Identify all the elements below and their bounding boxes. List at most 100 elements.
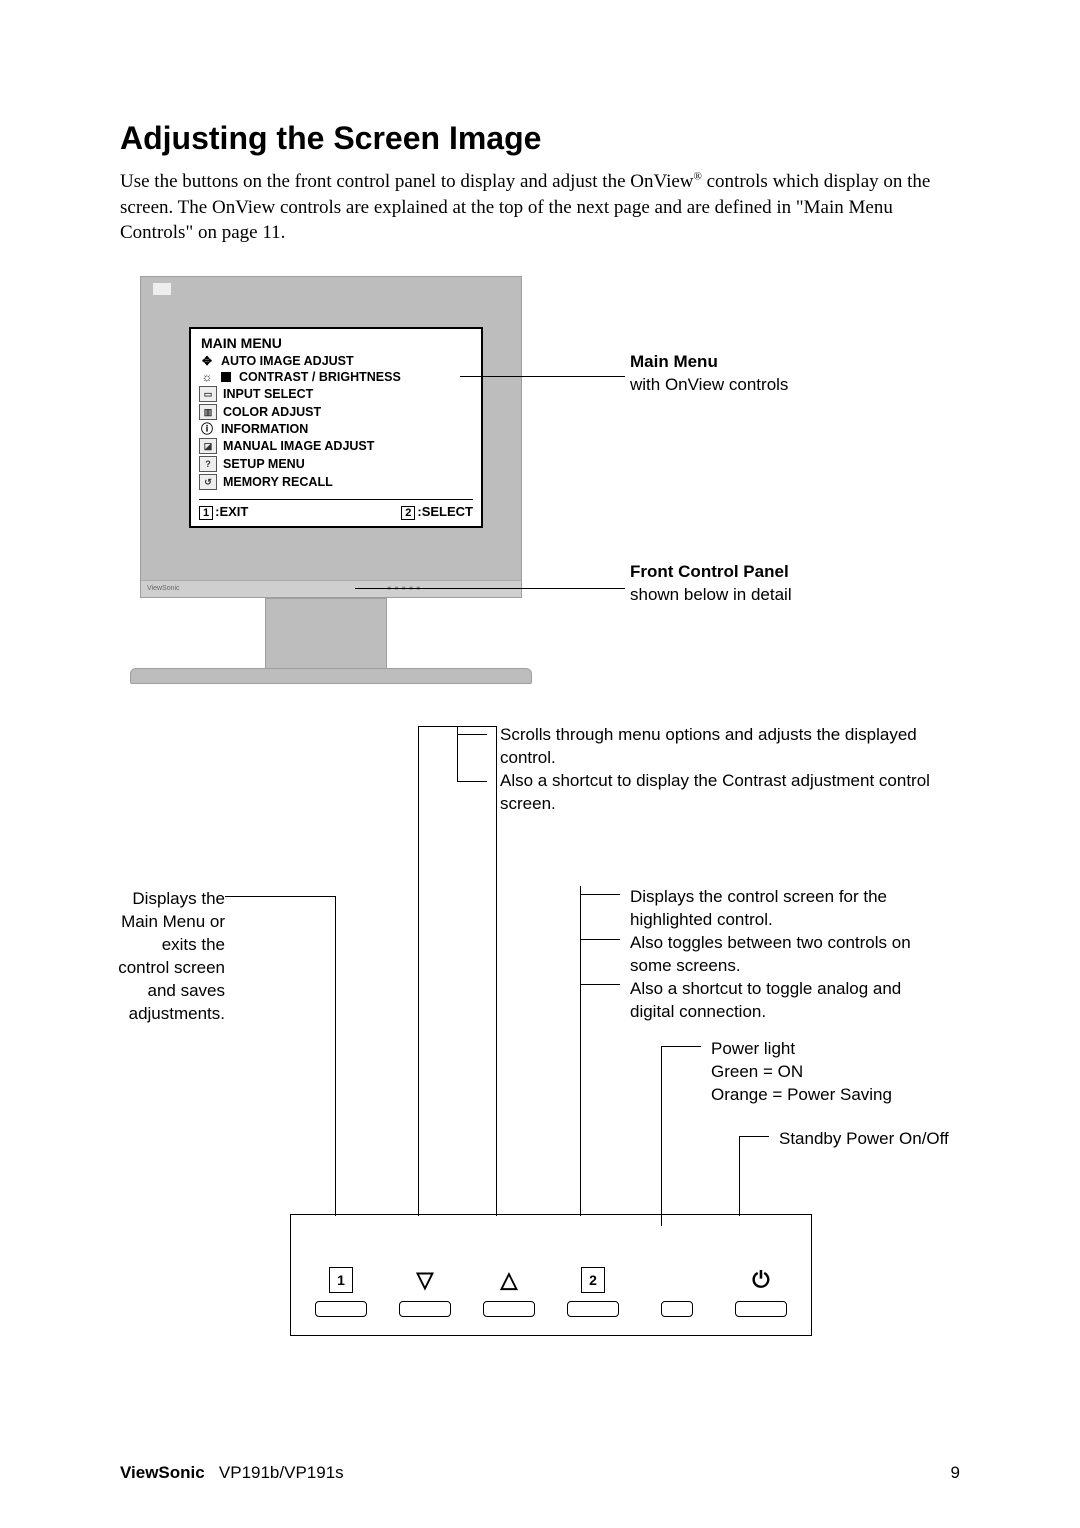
- osd-item-setup-menu: ? SETUP MENU: [199, 455, 473, 473]
- button-up: △: [470, 1267, 548, 1317]
- leader-line: [580, 886, 581, 1216]
- osd-item-label: MEMORY RECALL: [223, 475, 333, 489]
- leader-line: [580, 894, 620, 895]
- osd-item-label: INPUT SELECT: [223, 387, 313, 401]
- button-key-shape: [567, 1301, 619, 1317]
- button-key-shape: [315, 1301, 367, 1317]
- button-1-icon: 1: [329, 1267, 353, 1293]
- intro-part1: Use the buttons on the front control pan…: [120, 171, 694, 192]
- osd-bottom-bar: 1:EXIT 2:SELECT: [191, 500, 481, 526]
- scroll-annotation: Scrolls through menu options and adjusts…: [500, 724, 930, 816]
- button2-annotation: Displays the control screen for the high…: [630, 886, 950, 1024]
- leader-line: [355, 588, 625, 589]
- footer-page-number: 9: [951, 1463, 960, 1483]
- registered-mark: ®: [694, 171, 702, 183]
- osd-item-color-adjust: ▥ COLOR ADJUST: [199, 403, 473, 421]
- leader-line: [739, 1136, 769, 1137]
- leader-line: [496, 726, 497, 1216]
- info-icon: ⓘ: [199, 422, 215, 436]
- osd-main-menu: MAIN MENU ✥ AUTO IMAGE ADJUST ☼ CONTRAST /…: [189, 327, 483, 528]
- main-menu-annotation: Main Menu with OnView controls: [630, 351, 788, 397]
- chevron-down-icon: ▽: [417, 1267, 434, 1293]
- chevron-up-icon: △: [501, 1267, 518, 1293]
- monitor-stand-base: [130, 668, 532, 684]
- power-light-on: Green = ON: [711, 1061, 961, 1084]
- osd-item-contrast-brightness: ☼ CONTRAST / BRIGHTNESS: [199, 369, 473, 385]
- power-light-title: Power light: [711, 1038, 961, 1061]
- leader-line: [580, 984, 620, 985]
- key-1-icon: 1: [199, 506, 213, 520]
- key-2-icon: 2: [401, 506, 415, 520]
- manual-icon: ◪: [199, 438, 217, 454]
- move-icon: ✥: [199, 354, 215, 368]
- page-footer: ViewSonic VP191b/VP191s 9: [120, 1463, 960, 1483]
- button1-annotation-text: Displays the Main Menu or exits the cont…: [110, 888, 225, 1026]
- osd-item-list: ✥ AUTO IMAGE ADJUST ☼ CONTRAST / BRIGHTNES…: [191, 353, 481, 495]
- osd-item-input-select: ▭ INPUT SELECT: [199, 385, 473, 403]
- osd-select-hint: 2:SELECT: [401, 504, 473, 520]
- osd-indicator-icon: [153, 283, 171, 295]
- leader-line: [457, 734, 487, 735]
- leader-line: [457, 726, 458, 781]
- recall-icon: ↺: [199, 474, 217, 490]
- leader-line: [457, 781, 487, 782]
- brightness-icon: ☼: [199, 370, 215, 384]
- osd-item-auto-image-adjust: ✥ AUTO IMAGE ADJUST: [199, 353, 473, 369]
- button-down: ▽: [386, 1267, 464, 1317]
- osd-item-label: AUTO IMAGE ADJUST: [221, 354, 354, 368]
- standby-annotation-text: Standby Power On/Off: [779, 1128, 959, 1151]
- leader-line: [739, 1136, 740, 1216]
- osd-item-label: CONTRAST / BRIGHTNESS: [239, 370, 401, 384]
- scroll-annotation-line1: Scrolls through menu options and adjusts…: [500, 724, 930, 770]
- leader-line: [335, 896, 336, 1216]
- color-icon: ▥: [199, 404, 217, 420]
- osd-item-label: COLOR ADJUST: [223, 405, 321, 419]
- osd-exit-label: :EXIT: [215, 504, 248, 519]
- front-panel-annotation-title: Front Control Panel: [630, 561, 792, 584]
- front-panel-annotation-sub: shown below in detail: [630, 584, 792, 607]
- intro-paragraph: Use the buttons on the front control pan…: [120, 169, 960, 246]
- osd-item-label: MANUAL IMAGE ADJUST: [223, 439, 374, 453]
- footer-model: VP191b/VP191s: [219, 1463, 344, 1482]
- osd-item-information: ⓘ INFORMATION: [199, 421, 473, 437]
- button2-annotation-l3: Also a shortcut to toggle analog and dig…: [630, 978, 950, 1024]
- button2-annotation-l1: Displays the control screen for the high…: [630, 886, 950, 932]
- monitor-stand-neck: [265, 598, 387, 670]
- osd-item-manual-image-adjust: ◪ MANUAL IMAGE ADJUST: [199, 437, 473, 455]
- osd-item-label: INFORMATION: [221, 422, 308, 436]
- led-shape: [661, 1301, 693, 1317]
- main-menu-annotation-sub: with OnView controls: [630, 374, 788, 397]
- button1-annotation: Displays the Main Menu or exits the cont…: [110, 888, 225, 1026]
- monitor-illustration: MAIN MENU ✥ AUTO IMAGE ADJUST ☼ CONTRAST /…: [140, 276, 522, 598]
- setup-icon: ?: [199, 456, 217, 472]
- front-panel-annotation: Front Control Panel shown below in detai…: [630, 561, 792, 607]
- power-icon: ⏻: [752, 1267, 769, 1293]
- control-panel-diagram: 1 ▽ △ 2: [290, 1214, 812, 1336]
- contrast-icon: [221, 372, 231, 382]
- button-1: 1: [302, 1267, 380, 1317]
- osd-select-label: :SELECT: [417, 504, 473, 519]
- button-key-shape: [735, 1301, 787, 1317]
- button-2: 2: [554, 1267, 632, 1317]
- leader-line: [418, 726, 419, 1216]
- osd-item-memory-recall: ↺ MEMORY RECALL: [199, 473, 473, 491]
- page-heading: Adjusting the Screen Image: [120, 120, 960, 157]
- leader-line: [661, 1046, 662, 1226]
- button-power: ⏻: [722, 1267, 800, 1317]
- footer-brand: ViewSonic: [120, 1463, 205, 1482]
- leader-line: [580, 939, 620, 940]
- power-light-annotation: Power light Green = ON Orange = Power Sa…: [711, 1038, 961, 1107]
- osd-exit-hint: 1:EXIT: [199, 504, 248, 520]
- button-key-shape: [483, 1301, 535, 1317]
- input-icon: ▭: [199, 386, 217, 402]
- leader-line: [225, 896, 335, 897]
- scroll-annotation-line2: Also a shortcut to display the Contrast …: [500, 770, 930, 816]
- button-key-shape: [399, 1301, 451, 1317]
- leader-line: [661, 1046, 701, 1047]
- osd-title: MAIN MENU: [191, 329, 481, 353]
- osd-item-label: SETUP MENU: [223, 457, 305, 471]
- power-light-saving: Orange = Power Saving: [711, 1084, 961, 1107]
- bezel-brand: ViewSonic: [147, 585, 180, 592]
- button2-annotation-l2: Also toggles between two controls on som…: [630, 932, 950, 978]
- standby-annotation: Standby Power On/Off: [779, 1128, 959, 1151]
